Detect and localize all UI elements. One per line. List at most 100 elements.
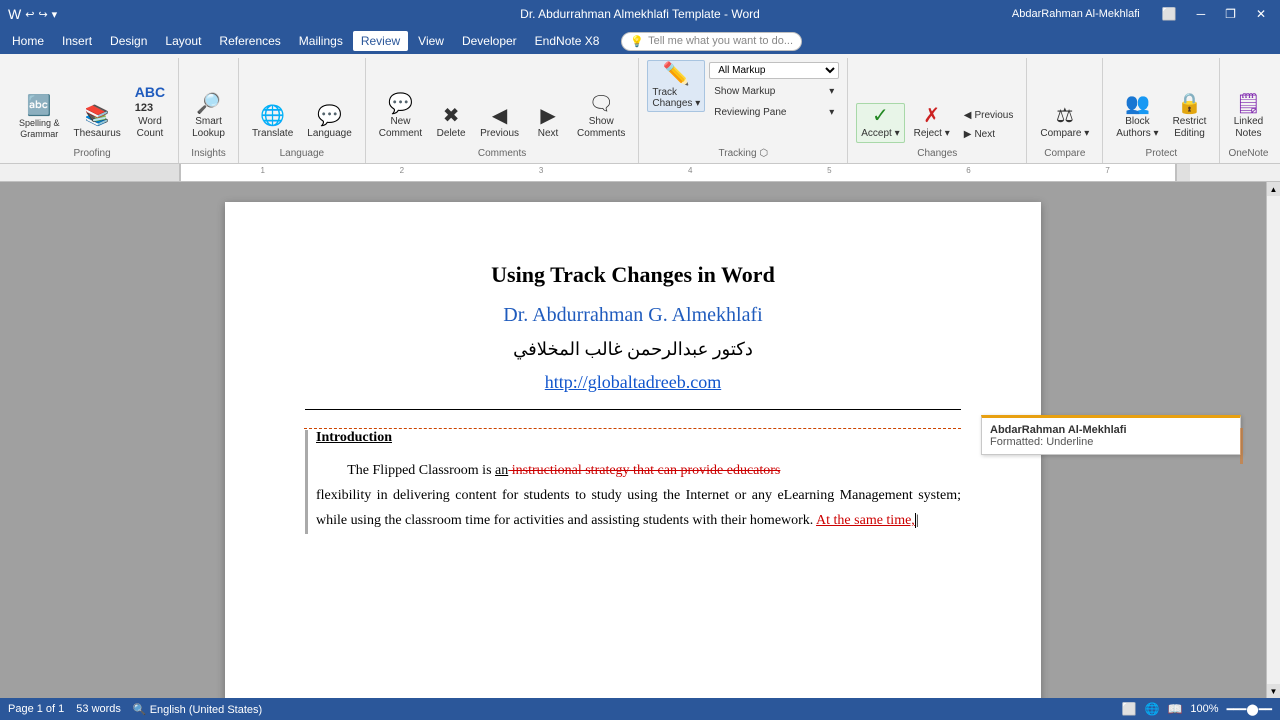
menu-bar: Home Insert Design Layout References Mai… bbox=[0, 28, 1280, 54]
prev-change-label: Previous bbox=[974, 110, 1013, 121]
accept-label: Accept ▾ bbox=[861, 128, 899, 140]
restrict-editing-button[interactable]: 🔒 RestrictEditing bbox=[1168, 91, 1212, 143]
scroll-up-button[interactable]: ▲ bbox=[1267, 182, 1280, 196]
tell-me-input[interactable]: Tell me what you want to do... bbox=[648, 35, 793, 47]
protect-group-label: Protect bbox=[1111, 145, 1211, 159]
spelling-grammar-button[interactable]: 🔤 Spelling &Grammar bbox=[14, 93, 65, 143]
body-red-text: At the same time, bbox=[816, 513, 915, 528]
compare-button[interactable]: ⚖ Compare ▾ bbox=[1035, 103, 1094, 143]
previous-comment-button[interactable]: ◀ Previous bbox=[475, 103, 524, 143]
menu-design[interactable]: Design bbox=[102, 31, 155, 51]
section-heading: Introduction bbox=[316, 430, 961, 446]
lightbulb-icon: 💡 bbox=[630, 35, 644, 48]
language-button[interactable]: 💬 Language bbox=[302, 103, 357, 143]
page-number: Page 1 of 1 bbox=[8, 703, 64, 715]
user-name: AbdarRahman Al-Mekhlafi bbox=[1012, 8, 1140, 20]
body-text-indent bbox=[316, 463, 344, 478]
ribbon-display-icon[interactable]: ⬜ bbox=[1156, 5, 1183, 23]
tell-me-box[interactable]: 💡 Tell me what you want to do... bbox=[621, 32, 802, 51]
customize-qat-icon[interactable]: ▾ bbox=[52, 8, 58, 21]
tracking-items: ✏️ TrackChanges ▾ All Markup Simple Mark… bbox=[647, 60, 839, 143]
track-changes-button[interactable]: ✏️ TrackChanges ▾ bbox=[647, 60, 705, 112]
smart-lookup-button[interactable]: 🔎 SmartLookup bbox=[187, 91, 230, 143]
word-count-status: 53 words bbox=[76, 703, 121, 715]
ruler-tick: 3 bbox=[539, 166, 543, 175]
ribbon-group-compare: ⚖ Compare ▾ Compare bbox=[1027, 58, 1103, 163]
reject-button[interactable]: ✗ Reject ▾ bbox=[909, 103, 955, 143]
text-cursor: | bbox=[915, 513, 919, 528]
showcomments-label: ShowComments bbox=[577, 116, 625, 140]
status-right: ⬜ 🌐 📖 100% ━━━⬤━━ bbox=[1122, 702, 1272, 716]
document-scroll[interactable]: Using Track Changes in Word Dr. Abdurrah… bbox=[0, 182, 1266, 698]
wordcount-label: WordCount bbox=[137, 116, 164, 140]
comment-text: Formatted: Underline bbox=[990, 436, 1232, 448]
trackchanges-label: TrackChanges ▾ bbox=[652, 87, 700, 109]
linked-notes-button[interactable]: 🗒 LinkedNotes bbox=[1228, 91, 1268, 143]
previous-change-button[interactable]: ◀ Previous bbox=[959, 107, 1019, 124]
document-url[interactable]: http://globaltadreeb.com bbox=[305, 372, 961, 393]
minimize-button[interactable]: ─ bbox=[1191, 5, 1212, 23]
word-count-button[interactable]: ABC123 WordCount bbox=[130, 82, 170, 143]
thesaurus-button[interactable]: 📚 Thesaurus bbox=[69, 103, 126, 143]
insights-label: Insights bbox=[187, 145, 230, 159]
body-strikethrough: instructional strategy that can provide … bbox=[508, 463, 780, 478]
window-controls: AbdarRahman Al-Mekhlafi ⬜ ─ ❐ ✕ bbox=[1012, 5, 1272, 23]
language-items: 🌐 Translate 💬 Language bbox=[247, 60, 357, 143]
restore-button[interactable]: ❐ bbox=[1219, 5, 1242, 23]
menu-review[interactable]: Review bbox=[353, 31, 408, 51]
scroll-down-button[interactable]: ▼ bbox=[1267, 684, 1280, 698]
comments-items: 💬 NewComment ✖ Delete ◀ Previous ▶ Next … bbox=[374, 60, 631, 143]
translate-button[interactable]: 🌐 Translate bbox=[247, 103, 298, 143]
language-label: Language bbox=[307, 128, 352, 140]
tracking-expand-icon[interactable]: ⬡ bbox=[759, 148, 768, 159]
new-comment-button[interactable]: 💬 NewComment bbox=[374, 91, 427, 143]
menu-view[interactable]: View bbox=[410, 31, 452, 51]
compare-group-label: Compare bbox=[1035, 145, 1094, 159]
language-icon-status: 🔍 bbox=[133, 704, 147, 716]
menu-mailings[interactable]: Mailings bbox=[291, 31, 351, 51]
next-change-button[interactable]: ▶ Next bbox=[959, 126, 1019, 143]
show-markup-button[interactable]: Show Markup ▾ bbox=[709, 83, 839, 100]
accept-icon: ✓ bbox=[872, 106, 889, 126]
menu-insert[interactable]: Insert bbox=[54, 31, 100, 51]
vertical-scrollbar[interactable]: ▲ ▼ bbox=[1266, 182, 1280, 698]
ruler-tick: 2 bbox=[400, 166, 404, 175]
ruler-inner: 1 2 3 4 5 6 7 bbox=[180, 164, 1176, 181]
ribbon-group-language: 🌐 Translate 💬 Language Language bbox=[239, 58, 366, 163]
thesaurus-label: Thesaurus bbox=[74, 128, 121, 140]
translate-icon: 🌐 bbox=[260, 106, 285, 126]
menu-endnote[interactable]: EndNote X8 bbox=[527, 31, 608, 51]
redo-icon[interactable]: ↪ bbox=[38, 8, 47, 21]
menu-developer[interactable]: Developer bbox=[454, 31, 525, 51]
proofing-label: Proofing bbox=[14, 145, 170, 159]
quick-access-toolbar: W ↩ ↪ ▾ bbox=[8, 6, 57, 22]
next-icon: ▶ bbox=[540, 106, 555, 126]
blockauthors-icon: 👥 bbox=[1125, 94, 1150, 114]
next-label: Next bbox=[538, 128, 559, 140]
reviewing-pane-button[interactable]: Reviewing Pane ▾ bbox=[709, 104, 839, 121]
document-page: Using Track Changes in Word Dr. Abdurrah… bbox=[225, 202, 1041, 698]
ribbon: 🔤 Spelling &Grammar 📚 Thesaurus ABC123 W… bbox=[0, 54, 1280, 164]
undo-icon[interactable]: ↩ bbox=[25, 8, 34, 21]
ruler: 1 2 3 4 5 6 7 bbox=[0, 164, 1280, 182]
markup-dropdown[interactable]: All Markup Simple Markup No Markup Origi… bbox=[709, 62, 839, 79]
body-paragraph-2: flexibility in delivering content for st… bbox=[316, 483, 961, 533]
markup-controls: All Markup Simple Markup No Markup Origi… bbox=[709, 62, 839, 121]
next-comment-button[interactable]: ▶ Next bbox=[528, 103, 568, 143]
menu-layout[interactable]: Layout bbox=[157, 31, 209, 51]
language-status: 🔍 English (United States) bbox=[133, 703, 262, 716]
close-button[interactable]: ✕ bbox=[1250, 5, 1272, 23]
show-comments-button[interactable]: 🗨 ShowComments bbox=[572, 91, 630, 143]
view-icon-read[interactable]: 📖 bbox=[1167, 702, 1182, 716]
menu-references[interactable]: References bbox=[211, 31, 288, 51]
view-icon-web[interactable]: 🌐 bbox=[1145, 702, 1160, 716]
view-icon-print[interactable]: ⬜ bbox=[1122, 702, 1137, 716]
document-title: Using Track Changes in Word bbox=[305, 262, 961, 288]
menu-home[interactable]: Home bbox=[4, 31, 52, 51]
compare-icon: ⚖ bbox=[1056, 106, 1074, 126]
delete-comment-button[interactable]: ✖ Delete bbox=[431, 103, 471, 143]
accept-button[interactable]: ✓ Accept ▾ bbox=[856, 103, 904, 143]
zoom-slider[interactable]: ━━━⬤━━ bbox=[1227, 703, 1272, 716]
comments-group-label: Comments bbox=[374, 145, 631, 159]
block-authors-button[interactable]: 👥 BlockAuthors ▾ bbox=[1111, 91, 1163, 143]
